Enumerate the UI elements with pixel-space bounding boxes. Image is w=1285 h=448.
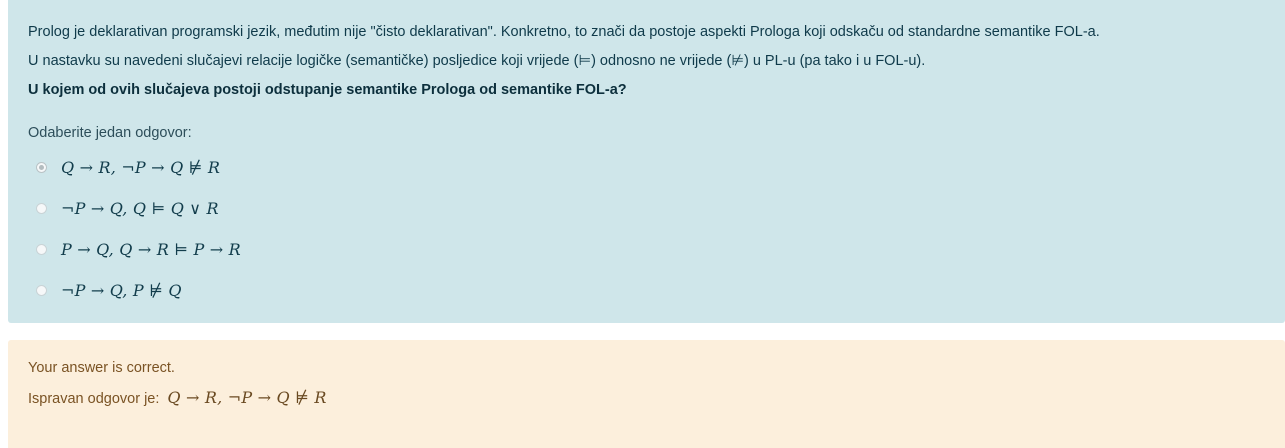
correct-answer-line: Ispravan odgovor je: Q → R, ¬P → Q ⊭ R	[28, 383, 1285, 414]
answer-option-label-4[interactable]: ¬P → Q, P ⊭ Q	[61, 281, 182, 300]
question-text: Prolog je deklarativan programski jezik,…	[28, 18, 1285, 105]
answer-option-2[interactable]: ¬P → Q, Q ⊨ Q ∨ R	[36, 188, 1285, 229]
radio-button-3[interactable]	[36, 244, 47, 255]
radio-button-2[interactable]	[36, 203, 47, 214]
feedback-panel: Your answer is correct. Ispravan odgovor…	[8, 340, 1285, 448]
radio-button-1[interactable]	[36, 162, 47, 173]
correct-answer-prefix: Ispravan odgovor je:	[28, 391, 160, 407]
answer-option-4[interactable]: ¬P → Q, P ⊭ Q	[36, 270, 1285, 311]
question-paragraph-2: U nastavku su navedeni slučajevi relacij…	[28, 53, 926, 69]
question-paragraph-1: Prolog je deklarativan programski jezik,…	[28, 24, 1100, 40]
answer-list: Q → R, ¬P → Q ⊭ R ¬P → Q, Q ⊨ Q ∨ R P → …	[28, 147, 1285, 311]
answer-option-label-1[interactable]: Q → R, ¬P → Q ⊭ R	[61, 158, 220, 177]
answer-option-1[interactable]: Q → R, ¬P → Q ⊭ R	[36, 147, 1285, 188]
question-panel: Prolog je deklarativan programski jezik,…	[8, 0, 1285, 323]
answer-option-3[interactable]: P → Q, Q → R ⊨ P → R	[36, 229, 1285, 270]
radio-button-4[interactable]	[36, 285, 47, 296]
answer-option-label-2[interactable]: ¬P → Q, Q ⊨ Q ∨ R	[61, 199, 219, 218]
feedback-status: Your answer is correct.	[28, 360, 175, 376]
question-paragraph-3: U kojem od ovih slučajeva postoji odstup…	[28, 82, 627, 98]
correct-answer-formula: Q → R, ¬P → Q ⊭ R	[167, 388, 327, 407]
answer-option-label-3[interactable]: P → Q, Q → R ⊨ P → R	[61, 240, 241, 259]
answer-prompt: Odaberite jedan odgovor:	[28, 125, 192, 141]
